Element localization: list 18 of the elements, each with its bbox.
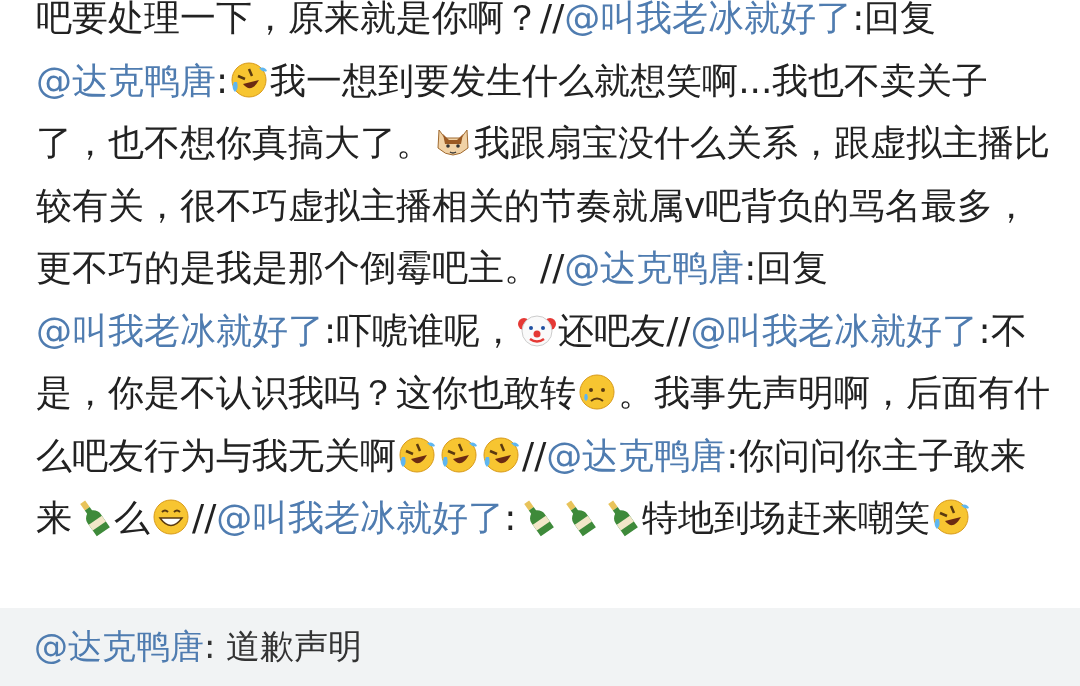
user-mention-link[interactable]: @达克鸭唐 (36, 59, 216, 101)
laughing-face-icon (397, 434, 437, 475)
user-mention-link[interactable]: @达克鸭唐 (564, 247, 745, 288)
post-text: 吧要处理一下，原来就是你啊？//@叫我老冰就好了:回复 @达克鸭唐: 我一想到要发生什么就想笑啊...我也不卖关子了，也不想你真搞大了。 我跟扇宝没什么关系，跟虚拟主播比较有关，很不巧虚拟主播相关的节奏就属v吧背负的骂名最多，更不巧的是我是那个倒霉吧主。//@达克鸭唐:回复 @叫我老冰就好了:吓唬谁呢， 还吧友//@叫我老冰就好了:不是，你是不认识我吗？这你也敢转 。我事先声明啊，后面有什么吧友行为与我无关啊 //@达克鸭唐:你问问你主子敢来来 么 //@叫我老冰就好了: 特地到场赶来嘲笑 (36, 0, 1050, 540)
user-mention-link[interactable]: @叫我老冰就好了 (564, 0, 853, 38)
user-mention-link[interactable]: @叫我老冰就好了 (36, 309, 324, 351)
user-mention-link[interactable]: @叫我老冰就好了 (216, 497, 505, 538)
original-post-bar[interactable]: @达克鸭唐: 道歉声明 (0, 608, 1080, 686)
laughing-face-icon (229, 59, 270, 100)
laughing-face-icon (481, 434, 521, 475)
user-mention-link[interactable]: @达克鸭唐 (34, 624, 204, 670)
user-mention-link[interactable]: @叫我老冰就好了 (690, 309, 979, 351)
original-post-title: : 道歉声明 (204, 625, 363, 668)
laughing-face-icon (931, 497, 972, 537)
laughing-face-icon (439, 434, 479, 475)
user-mention-link[interactable]: @达克鸭唐 (546, 434, 727, 476)
grinning-face-icon (151, 497, 191, 537)
worried-face-icon (577, 372, 617, 412)
